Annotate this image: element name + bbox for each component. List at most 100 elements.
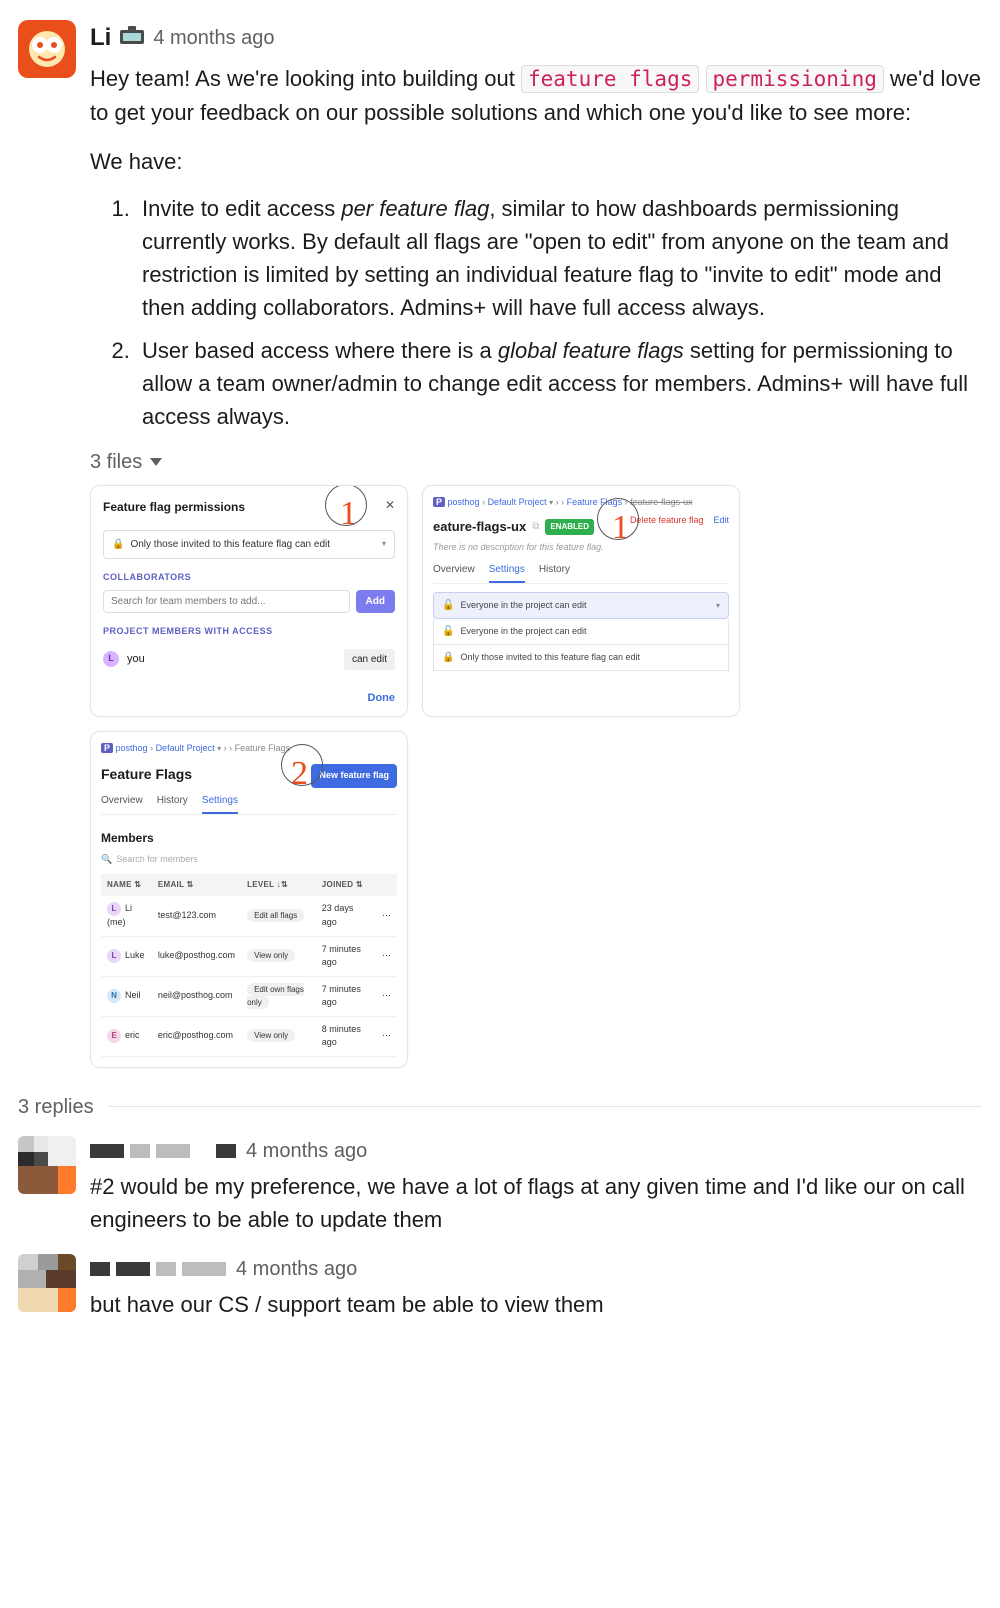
avatar[interactable] (18, 1254, 76, 1312)
lock-icon: 🔒 (442, 650, 454, 665)
crumb: Feature Flags (235, 743, 291, 753)
attachment-3[interactable]: P posthog › Default Project ▾ › › Featur… (90, 731, 408, 1068)
close-icon: ✕ (385, 496, 395, 514)
member-name: you (127, 651, 145, 668)
avatar-face-icon (25, 27, 69, 71)
status-emoji-icon (119, 22, 145, 55)
table-row: NNeilneil@posthog.comEdit own flags only… (101, 976, 397, 1016)
replies-count: 3 replies (18, 1092, 94, 1122)
member-search: 🔍 Search for members (101, 853, 397, 867)
files-count: 3 files (90, 447, 142, 477)
table-row: Eericeric@posthog.comView only8 minutes … (101, 1016, 397, 1056)
tab-overview: Overview (101, 793, 143, 814)
avatar[interactable] (18, 1136, 76, 1194)
message: Li 4 months ago Hey team! As we're looki… (18, 20, 982, 1068)
tab-settings: Settings (202, 793, 238, 814)
redacted-name (90, 1144, 236, 1158)
select-value: Only those invited to this feature flag … (130, 537, 330, 552)
reply-body: 4 months ago #2 would be my preference, … (90, 1136, 982, 1236)
redacted-name (90, 1262, 226, 1276)
th-name: NAME ⇅ (101, 874, 152, 896)
message-text: Hey team! As we're looking into building… (90, 62, 982, 129)
text-fragment: Invite to edit access (142, 196, 341, 221)
text-em: per feature flag (341, 196, 489, 221)
tab-overview: Overview (433, 562, 475, 583)
tabs: Overview Settings History (433, 562, 729, 584)
timestamp[interactable]: 4 months ago (236, 1254, 357, 1284)
select-option: 🔒 Only those invited to this feature fla… (433, 645, 729, 671)
divider (108, 1106, 982, 1107)
option-1: Invite to edit access per feature flag, … (136, 192, 982, 324)
done-row: Done (103, 690, 395, 707)
crumb: feature-flags-ux (630, 497, 693, 507)
edit-link: Edit (713, 514, 729, 528)
annotation-circle-icon (597, 498, 639, 540)
annotation-circle-icon (281, 744, 323, 786)
member-avatar-icon: L (103, 651, 119, 667)
attachment-2[interactable]: P posthog › Default Project ▾ › › Featur… (422, 485, 740, 718)
chevron-down-icon: ▾ (382, 538, 386, 550)
lock-open-icon: 🔓 (442, 598, 454, 613)
search-icon: 🔍 (101, 853, 112, 867)
collaborators-label: COLLABORATORS (103, 571, 395, 585)
tabs: Overview History Settings (101, 793, 397, 815)
option-label: Everyone in the project can edit (460, 625, 586, 639)
permission-badge: can edit (344, 649, 395, 670)
tab-history: History (539, 562, 570, 583)
message-header: Li 4 months ago (90, 20, 982, 56)
annotation-circle-icon (325, 485, 367, 526)
reply-header: 4 months ago (90, 1136, 982, 1166)
modal-title: Feature flag permissions (103, 500, 245, 514)
text-em: global feature flags (498, 338, 684, 363)
th-joined: JOINED ⇅ (316, 874, 376, 896)
crumb: posthog (448, 497, 480, 507)
crumb: Default Project (488, 497, 547, 507)
replies-header: 3 replies (18, 1092, 982, 1122)
timestamp[interactable]: 4 months ago (246, 1136, 367, 1166)
files-toggle[interactable]: 3 files (90, 447, 982, 477)
crumb: posthog (116, 743, 148, 753)
members-heading: Members (101, 829, 397, 847)
permission-select: 🔓 Everyone in the project can edit ▾ (433, 592, 729, 619)
option-label: Only those invited to this feature flag … (460, 651, 640, 665)
copy-icon: ⧉ (532, 519, 539, 534)
tab-history: History (157, 793, 188, 814)
delete-link: Delete feature flag (630, 514, 704, 528)
th-email: EMAIL ⇅ (152, 874, 241, 896)
breadcrumb: P posthog › Default Project ▾ › › Featur… (433, 496, 729, 510)
table-row: LLukeluke@posthog.comView only7 minutes … (101, 936, 397, 976)
search-placeholder: Search for members (116, 853, 198, 867)
flag-title: eature-flags-ux (433, 517, 526, 537)
flag-actions: Delete feature flag Edit (630, 514, 729, 528)
reply-2: 4 months ago but have our CS / support t… (18, 1254, 982, 1321)
member-row: L you can edit (103, 649, 395, 670)
new-flag-button: New feature flag (311, 764, 397, 788)
table-row: LLi (me)test@123.comEdit all flags23 day… (101, 896, 397, 936)
timestamp[interactable]: 4 months ago (153, 23, 274, 53)
attachment-1[interactable]: Feature flag permissions ✕ 1 🔒 Only thos… (90, 485, 408, 718)
reply-header: 4 months ago (90, 1254, 982, 1284)
reply-text: #2 would be my preference, we have a lot… (90, 1170, 982, 1236)
text-fragment: Hey team! As we're looking into building… (90, 66, 521, 91)
add-button: Add (356, 590, 395, 613)
th-level: LEVEL ↓⇅ (241, 874, 316, 896)
message-body: Li 4 months ago Hey team! As we're looki… (90, 20, 982, 1068)
project-members-label: PROJECT MEMBERS WITH ACCESS (103, 625, 395, 639)
select-option: 🔓 Everyone in the project can edit (433, 619, 729, 645)
flag-description: There is no description for this feature… (433, 541, 729, 555)
reply-text: but have our CS / support team be able t… (90, 1288, 982, 1321)
text-fragment: User based access where there is a (142, 338, 498, 363)
author-name[interactable]: Li (90, 20, 111, 56)
chevron-down-icon (150, 458, 162, 466)
collaborator-search-input (103, 590, 350, 613)
members-table: NAME ⇅ EMAIL ⇅ LEVEL ↓⇅ JOINED ⇅ LLi (me… (101, 874, 397, 1057)
crumb: Default Project (156, 743, 215, 753)
avatar[interactable] (18, 20, 76, 78)
enabled-badge: ENABLED (545, 519, 594, 535)
option-2: User based access where there is a globa… (136, 334, 982, 433)
code-chip: permissioning (706, 65, 884, 93)
we-have: We have: (90, 145, 982, 178)
tab-settings: Settings (489, 562, 525, 583)
attachments: Feature flag permissions ✕ 1 🔒 Only thos… (90, 485, 982, 1068)
code-chip: feature flags (521, 65, 699, 93)
